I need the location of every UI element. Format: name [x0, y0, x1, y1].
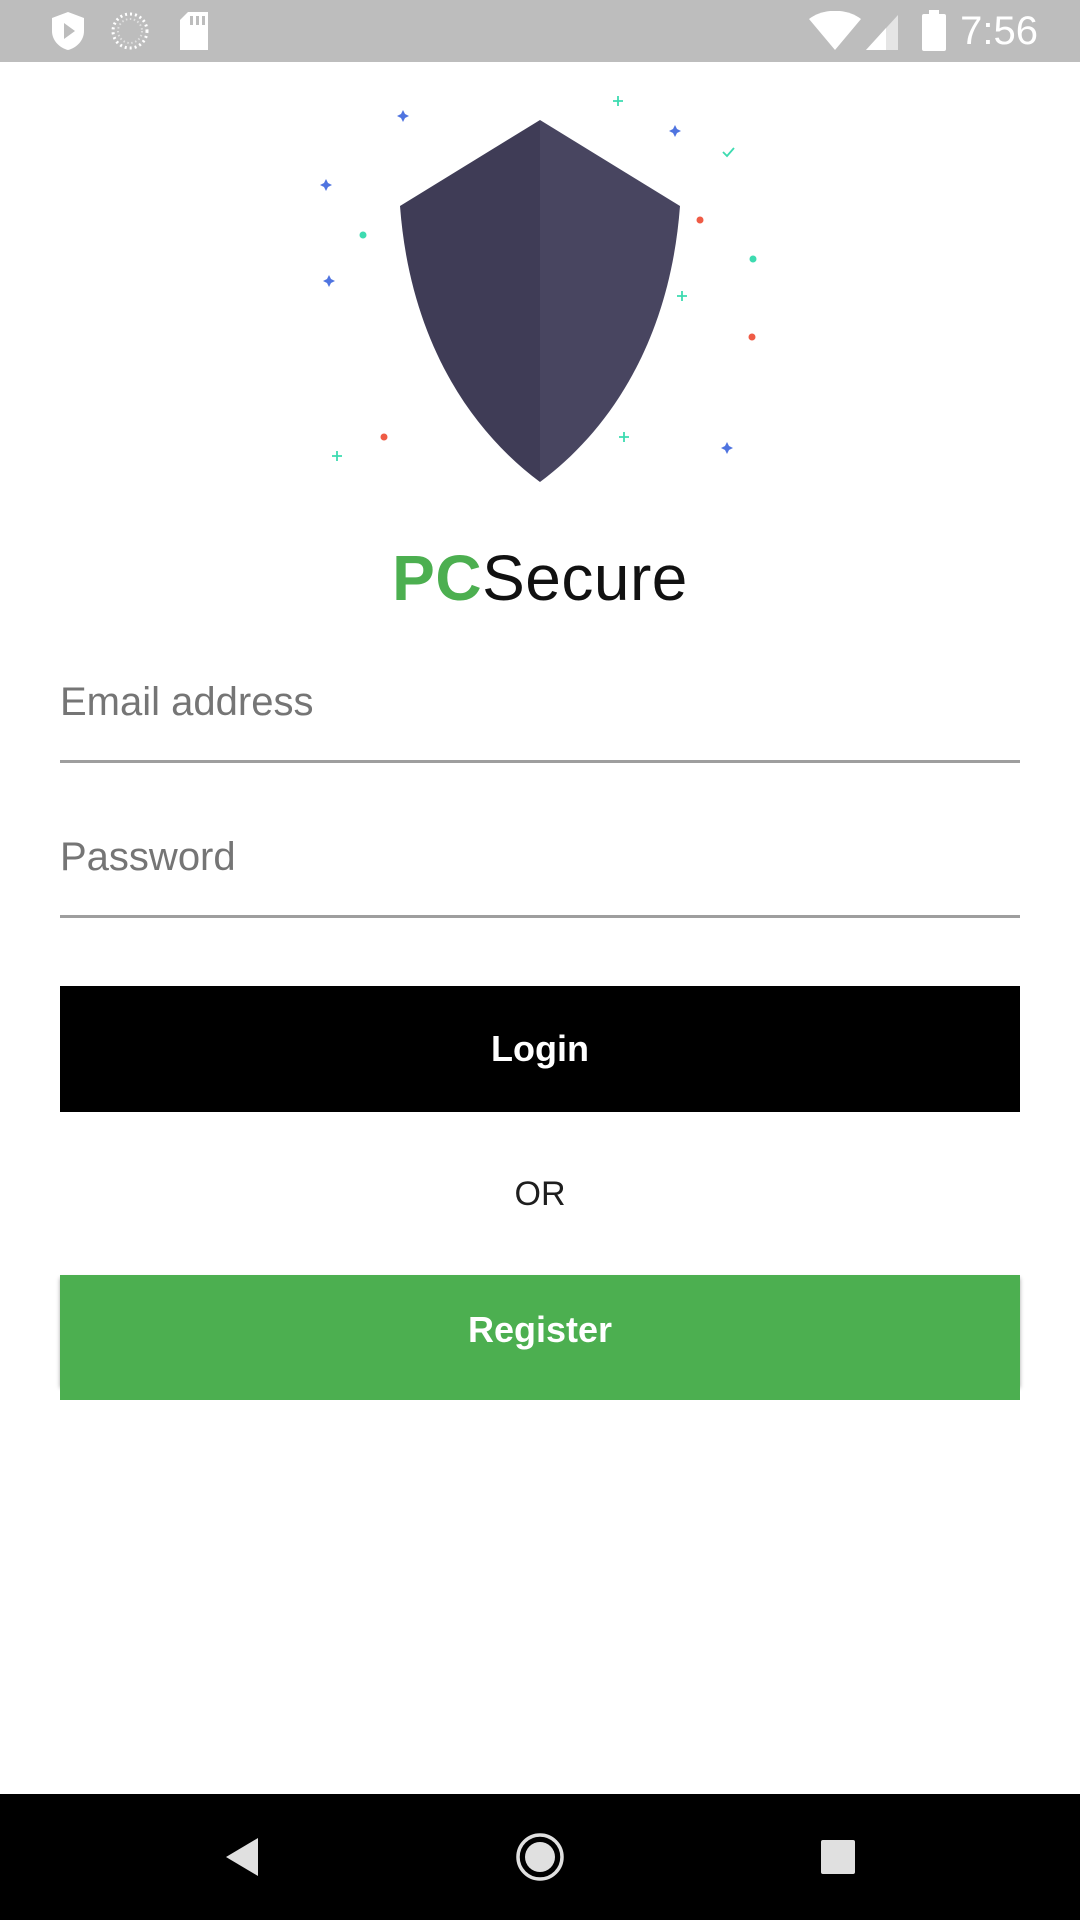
recents-icon[interactable] [820, 1839, 856, 1875]
email-field[interactable]: Email address [60, 660, 1020, 763]
sd-card-icon [180, 12, 208, 50]
navigation-bar [0, 1794, 1080, 1920]
status-time: 7:56 [960, 9, 1038, 53]
app-brand: PCSecure [0, 538, 1080, 618]
loading-circle-icon [111, 12, 149, 50]
brand-suffix: Secure [482, 542, 688, 614]
register-button[interactable]: Register [60, 1275, 1020, 1385]
email-label: Email address [60, 680, 314, 724]
battery-icon [922, 10, 946, 51]
login-screen: 7:56 PCSecure Email address Password Log… [0, 0, 1080, 1920]
wifi-icon [809, 11, 861, 50]
status-bar: 7:56 [0, 0, 1080, 62]
back-icon[interactable] [222, 1835, 262, 1879]
register-button-label: Register [467, 1309, 613, 1350]
shield-left-half [400, 120, 540, 482]
shield-right-half [540, 120, 680, 482]
or-divider: OR [514, 1175, 566, 1213]
shield-play-icon [52, 12, 84, 50]
cell-signal-icon [866, 15, 898, 50]
brand-prefix: PC [392, 542, 483, 614]
password-label: Password [60, 835, 236, 879]
login-button[interactable]: Login [60, 986, 1020, 1112]
login-button-label: Login [491, 1028, 589, 1069]
home-icon[interactable] [514, 1831, 566, 1883]
shield-logo [320, 96, 757, 482]
password-field[interactable]: Password [60, 815, 1020, 918]
